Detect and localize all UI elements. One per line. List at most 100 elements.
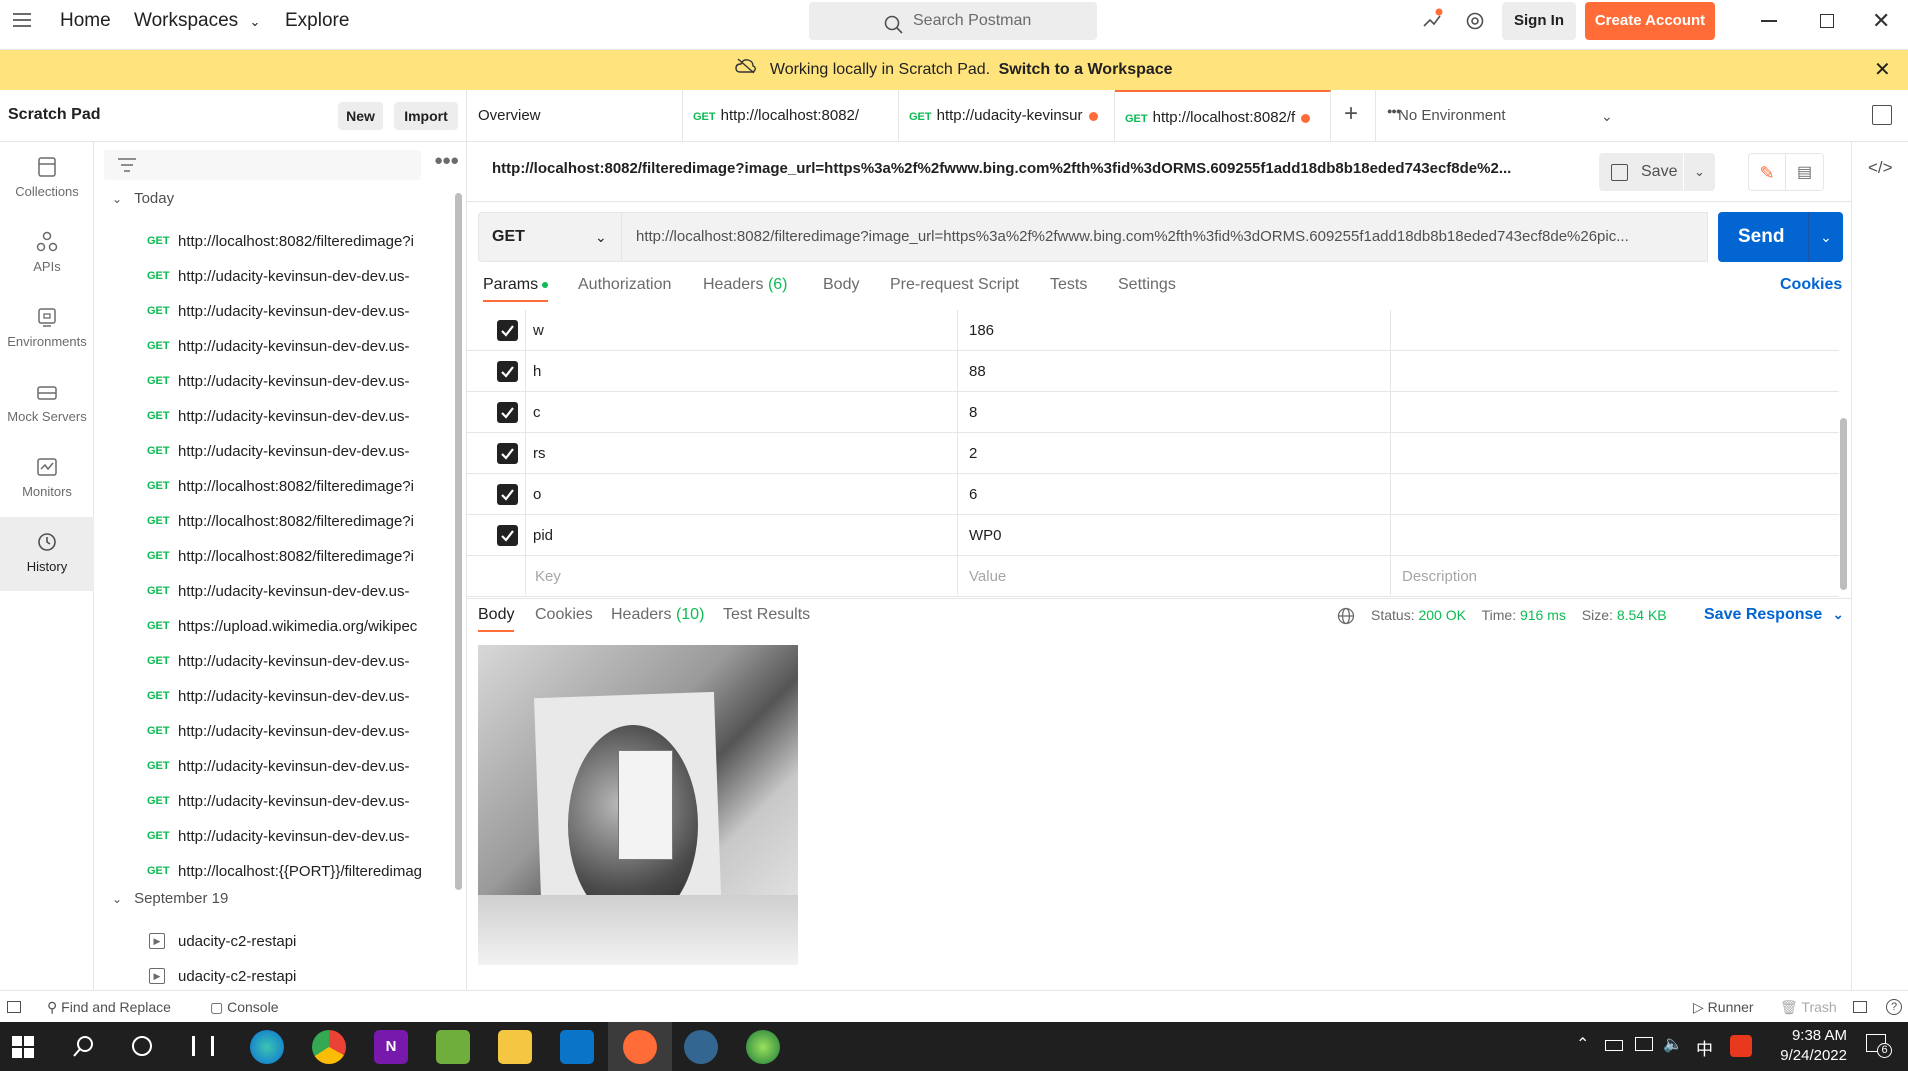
param-key-input[interactable]: Key	[535, 556, 561, 597]
rail-mock-servers[interactable]: Mock Servers	[0, 367, 94, 441]
history-item[interactable]: GET http://udacity-kevinsun-dev-dev.us-	[94, 434, 454, 469]
param-value[interactable]: 8	[969, 392, 977, 433]
postman-taskbar-active[interactable]	[608, 1022, 672, 1071]
history-runner-item[interactable]: ▶ udacity-c2-restapi	[94, 959, 454, 990]
file-explorer-icon[interactable]	[498, 1030, 532, 1064]
param-key[interactable]: c	[533, 392, 541, 433]
param-description-input[interactable]: Description	[1402, 556, 1477, 597]
rail-collections[interactable]: Collections	[0, 142, 94, 216]
history-item[interactable]: GET http://udacity-kevinsun-dev-dev.us-	[94, 679, 454, 714]
history-item[interactable]: GET http://udacity-kevinsun-dev-dev.us-	[94, 784, 454, 819]
param-value[interactable]: 2	[969, 433, 977, 474]
send-button[interactable]: Send ⌄	[1718, 212, 1843, 262]
runner-button[interactable]: ▷ Runner	[1693, 991, 1754, 1023]
history-item[interactable]: GET http://udacity-kevinsun-dev-dev.us-	[94, 749, 454, 784]
volume-icon[interactable]: 🔈	[1663, 1034, 1683, 1054]
edge-icon[interactable]	[250, 1030, 284, 1064]
history-item[interactable]: GET http://localhost:{{PORT}}/filteredima…	[94, 854, 454, 889]
restore-icon[interactable]	[1820, 14, 1834, 28]
menu-icon[interactable]	[13, 13, 31, 27]
tab-settings[interactable]: Settings	[1118, 276, 1176, 294]
chrome-icon[interactable]	[312, 1030, 346, 1064]
param-enabled-checkbox[interactable]	[497, 320, 518, 341]
history-item[interactable]: GET http://udacity-kevinsun-dev-dev.us-	[94, 364, 454, 399]
notification-icon[interactable]: 6	[1866, 1034, 1892, 1058]
history-item[interactable]: GET http://localhost:8082/filteredimage?i	[94, 539, 454, 574]
param-key[interactable]: h	[533, 351, 541, 392]
globe-icon[interactable]	[1337, 607, 1355, 630]
network-icon[interactable]	[1635, 1037, 1653, 1051]
environment-select[interactable]: No Environment ⌄	[1375, 90, 1640, 142]
response-tab-headers[interactable]: Headers (10)	[611, 606, 704, 624]
create-account-button[interactable]: Create Account	[1585, 2, 1715, 40]
import-button[interactable]: Import	[394, 102, 458, 130]
history-item[interactable]: GET http://udacity-kevinsun-dev-dev.us-	[94, 819, 454, 854]
new-tab-plus-icon[interactable]: +	[1344, 100, 1358, 128]
param-key[interactable]: o	[533, 474, 541, 515]
history-item[interactable]: GET http://udacity-kevinsun-dev-dev.us-	[94, 259, 454, 294]
two-pane-icon[interactable]	[1853, 1001, 1867, 1013]
history-filter[interactable]	[104, 150, 421, 180]
history-item[interactable]: GET http://udacity-kevinsun-dev-dev.us-	[94, 399, 454, 434]
history-item[interactable]: GET http://udacity-kevinsun-dev-dev.us-	[94, 574, 454, 609]
param-description[interactable]	[1391, 433, 1831, 474]
search-input[interactable]: Search Postman	[809, 2, 1097, 40]
more-options-icon[interactable]: ●●●	[434, 152, 459, 169]
rail-monitors[interactable]: Monitors	[0, 442, 94, 516]
new-button[interactable]: New	[338, 102, 383, 130]
response-tab-test-results[interactable]: Test Results	[723, 606, 810, 624]
toggle-sidebar-icon[interactable]	[7, 1001, 21, 1013]
param-key[interactable]: pid	[533, 515, 553, 556]
history-runner-item[interactable]: ▶ udacity-c2-restapi	[94, 924, 454, 959]
find-replace-button[interactable]: ⚲ Find and Replace	[47, 991, 171, 1023]
history-item[interactable]: GET http://localhost:8082/filteredimage?i	[94, 469, 454, 504]
url-input[interactable]: http://localhost:8082/filteredimage?imag…	[622, 212, 1708, 262]
rail-apis[interactable]: APIs	[0, 217, 94, 291]
comments-icon[interactable]: ▤	[1786, 153, 1824, 191]
request-title[interactable]: http://localhost:8082/filteredimage?imag…	[492, 160, 1582, 177]
response-tab-body[interactable]: Body	[478, 606, 515, 632]
onenote-icon[interactable]: N	[374, 1030, 408, 1064]
param-key[interactable]: w	[533, 310, 544, 351]
param-value[interactable]: 6	[969, 474, 977, 515]
tab-request-1[interactable]: GET http://localhost:8082/	[683, 90, 899, 142]
save-response-button[interactable]: Save Response ⌄	[1704, 606, 1844, 624]
tab-request-2[interactable]: GET http://udacity-kevinsur	[899, 90, 1115, 142]
tray-chevron-up-icon[interactable]: ⌃	[1576, 1034, 1589, 1054]
param-value[interactable]: WP0	[969, 515, 1002, 556]
tab-prerequest[interactable]: Pre-request Script	[890, 276, 1019, 294]
task-view-icon[interactable]	[192, 1036, 214, 1056]
notepad-icon[interactable]	[436, 1030, 470, 1064]
rail-history[interactable]: History	[0, 517, 94, 591]
close-banner-icon[interactable]: ✕	[1874, 50, 1891, 90]
sogou-icon[interactable]	[1730, 1035, 1752, 1057]
tab-tests[interactable]: Tests	[1050, 276, 1087, 294]
history-item[interactable]: GET http://localhost:8082/filteredimage?i	[94, 224, 454, 259]
rail-environments[interactable]: Environments	[0, 292, 94, 366]
code-snippet-icon[interactable]: </>	[1868, 158, 1893, 178]
console-button[interactable]: ▢ Console	[210, 991, 279, 1023]
battery-icon[interactable]	[1605, 1040, 1623, 1051]
param-enabled-checkbox[interactable]	[497, 484, 518, 505]
history-item[interactable]: GET http://udacity-kevinsun-dev-dev.us-	[94, 294, 454, 329]
param-enabled-checkbox[interactable]	[497, 443, 518, 464]
nav-workspaces[interactable]: Workspaces ⌄	[134, 0, 260, 42]
environment-quicklook-icon[interactable]	[1872, 105, 1892, 125]
windows-start-icon[interactable]	[12, 1036, 34, 1062]
history-item[interactable]: GET http://udacity-kevinsun-dev-dev.us-	[94, 644, 454, 679]
sidebar-scrollbar[interactable]	[455, 193, 462, 890]
edit-pencil-icon[interactable]: ✎	[1748, 153, 1786, 191]
param-enabled-checkbox[interactable]	[497, 402, 518, 423]
history-item[interactable]: GET http://udacity-kevinsun-dev-dev.us-	[94, 714, 454, 749]
tab-request-3[interactable]: GET http://localhost:8082/f	[1115, 90, 1331, 142]
tab-headers[interactable]: Headers (6)	[703, 276, 788, 294]
nav-home[interactable]: Home	[60, 0, 111, 42]
close-window-icon[interactable]: ✕	[1872, 8, 1890, 34]
sync-icon[interactable]	[1420, 8, 1444, 32]
param-description[interactable]	[1391, 515, 1831, 556]
method-select[interactable]: GET ⌄	[478, 212, 622, 262]
tab-overview[interactable]: Overview	[467, 90, 683, 142]
save-options-button[interactable]: ⌄	[1684, 153, 1715, 191]
param-key[interactable]: rs	[533, 433, 546, 474]
param-description[interactable]	[1391, 474, 1831, 515]
